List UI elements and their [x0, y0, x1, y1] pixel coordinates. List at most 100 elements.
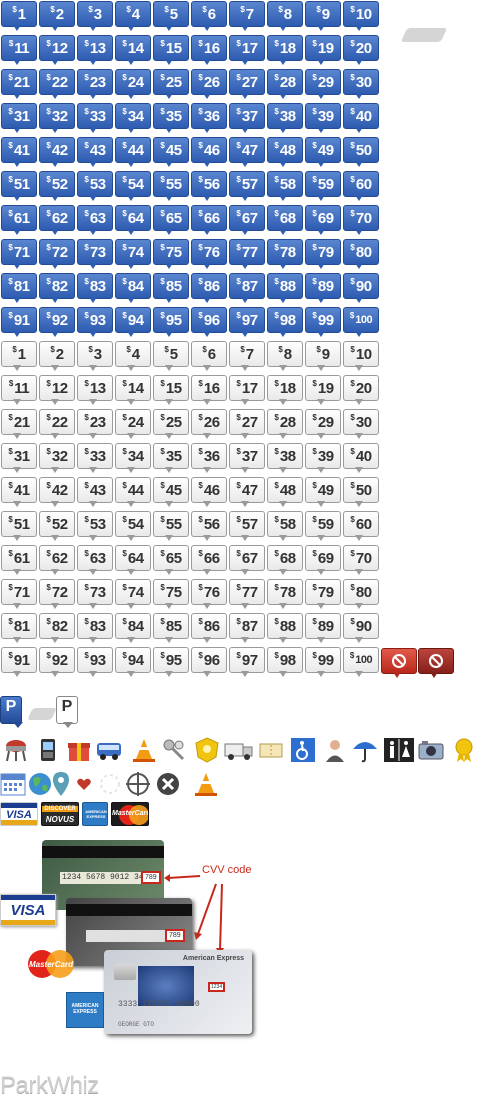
white-price-marker[interactable]: $17: [229, 375, 265, 405]
blue-price-marker[interactable]: $16: [191, 35, 227, 65]
blue-price-marker[interactable]: $67: [229, 205, 265, 235]
blue-price-marker[interactable]: $36: [191, 103, 227, 133]
blue-price-marker[interactable]: $89: [305, 273, 341, 303]
blue-price-marker[interactable]: $3: [77, 1, 113, 31]
white-price-marker[interactable]: $76: [191, 579, 227, 609]
white-price-marker[interactable]: $32: [39, 443, 75, 473]
blue-price-marker[interactable]: $64: [115, 205, 151, 235]
white-price-marker[interactable]: $52: [39, 511, 75, 541]
white-price-marker[interactable]: $10: [343, 341, 379, 371]
white-price-marker[interactable]: $3: [77, 341, 113, 371]
blue-price-marker[interactable]: $53: [77, 171, 113, 201]
blue-price-marker[interactable]: $74: [115, 239, 151, 269]
blue-price-marker[interactable]: $92: [39, 307, 75, 337]
white-price-marker[interactable]: $83: [77, 613, 113, 643]
white-price-marker[interactable]: $30: [343, 409, 379, 439]
white-price-marker[interactable]: $72: [39, 579, 75, 609]
blue-price-marker[interactable]: $79: [305, 239, 341, 269]
white-price-marker[interactable]: $56: [191, 511, 227, 541]
blue-price-marker[interactable]: $65: [153, 205, 189, 235]
white-price-marker[interactable]: $95: [153, 647, 189, 677]
blue-price-marker[interactable]: $2: [39, 1, 75, 31]
blue-price-marker[interactable]: $23: [77, 69, 113, 99]
blue-price-marker[interactable]: $80: [343, 239, 379, 269]
white-price-marker[interactable]: $55: [153, 511, 189, 541]
white-price-marker[interactable]: $59: [305, 511, 341, 541]
blue-price-marker[interactable]: $11: [1, 35, 37, 65]
blue-price-marker[interactable]: $78: [267, 239, 303, 269]
blue-price-marker[interactable]: $51: [1, 171, 37, 201]
blue-price-marker[interactable]: $40: [343, 103, 379, 133]
blue-price-marker[interactable]: $29: [305, 69, 341, 99]
blue-price-marker[interactable]: $10: [343, 1, 379, 31]
blue-price-marker[interactable]: $5: [153, 1, 189, 31]
blue-price-marker[interactable]: $57: [229, 171, 265, 201]
white-price-marker[interactable]: $49: [305, 477, 341, 507]
blue-price-marker[interactable]: $63: [77, 205, 113, 235]
white-price-marker[interactable]: $15: [153, 375, 189, 405]
white-price-marker[interactable]: $38: [267, 443, 303, 473]
white-price-marker[interactable]: $65: [153, 545, 189, 575]
calendar-icon[interactable]: [0, 771, 26, 797]
white-price-marker[interactable]: $81: [1, 613, 37, 643]
white-price-marker[interactable]: $84: [115, 613, 151, 643]
blue-price-marker[interactable]: $99: [305, 307, 341, 337]
white-price-marker[interactable]: $64: [115, 545, 151, 575]
white-price-marker[interactable]: $82: [39, 613, 75, 643]
location-pin-icon[interactable]: [52, 771, 70, 797]
blue-price-marker[interactable]: $59: [305, 171, 341, 201]
white-price-marker[interactable]: $71: [1, 579, 37, 609]
blue-price-marker[interactable]: $60: [343, 171, 379, 201]
white-price-marker[interactable]: $68: [267, 545, 303, 575]
white-price-marker[interactable]: $14: [115, 375, 151, 405]
blue-price-marker[interactable]: $26: [191, 69, 227, 99]
white-price-marker[interactable]: $31: [1, 443, 37, 473]
blue-price-marker[interactable]: $43: [77, 137, 113, 167]
blue-price-marker[interactable]: $34: [115, 103, 151, 133]
white-price-marker[interactable]: $5: [153, 341, 189, 371]
blue-price-marker[interactable]: $31: [1, 103, 37, 133]
white-price-marker[interactable]: $43: [77, 477, 113, 507]
white-price-marker[interactable]: $16: [191, 375, 227, 405]
blue-price-marker[interactable]: $47: [229, 137, 265, 167]
white-price-marker[interactable]: $63: [77, 545, 113, 575]
white-price-marker[interactable]: $79: [305, 579, 341, 609]
white-price-marker[interactable]: $8: [267, 341, 303, 371]
white-price-marker[interactable]: $23: [77, 409, 113, 439]
blue-price-marker[interactable]: $55: [153, 171, 189, 201]
unavailable-marker-hover[interactable]: [418, 648, 454, 678]
white-price-marker[interactable]: $85: [153, 613, 189, 643]
white-price-marker[interactable]: $20: [343, 375, 379, 405]
blue-price-marker[interactable]: $73: [77, 239, 113, 269]
crosshair-icon[interactable]: [125, 771, 151, 797]
white-price-marker[interactable]: $96: [191, 647, 227, 677]
white-price-marker[interactable]: $12: [39, 375, 75, 405]
blue-price-marker[interactable]: $48: [267, 137, 303, 167]
heart-icon[interactable]: [76, 776, 92, 792]
white-price-marker[interactable]: $21: [1, 409, 37, 439]
blue-price-marker[interactable]: $77: [229, 239, 265, 269]
blue-price-marker[interactable]: $45: [153, 137, 189, 167]
blue-price-marker[interactable]: $98: [267, 307, 303, 337]
blue-price-marker[interactable]: $62: [39, 205, 75, 235]
blue-price-marker[interactable]: $4: [115, 1, 151, 31]
white-price-marker[interactable]: $97: [229, 647, 265, 677]
white-price-marker[interactable]: $1: [1, 341, 37, 371]
blue-price-marker[interactable]: $27: [229, 69, 265, 99]
white-price-marker[interactable]: $37: [229, 443, 265, 473]
blue-price-marker[interactable]: $71: [1, 239, 37, 269]
white-price-marker[interactable]: $87: [229, 613, 265, 643]
blue-price-marker[interactable]: $82: [39, 273, 75, 303]
white-price-marker[interactable]: $57: [229, 511, 265, 541]
white-price-marker[interactable]: $36: [191, 443, 227, 473]
blue-price-marker[interactable]: $100: [343, 307, 379, 337]
white-price-marker[interactable]: $67: [229, 545, 265, 575]
blue-price-marker[interactable]: $33: [77, 103, 113, 133]
white-price-marker[interactable]: $90: [343, 613, 379, 643]
close-icon[interactable]: [155, 771, 181, 797]
white-price-marker[interactable]: $19: [305, 375, 341, 405]
blue-price-marker[interactable]: $49: [305, 137, 341, 167]
blue-price-marker[interactable]: $21: [1, 69, 37, 99]
blue-price-marker[interactable]: $93: [77, 307, 113, 337]
white-price-marker[interactable]: $58: [267, 511, 303, 541]
